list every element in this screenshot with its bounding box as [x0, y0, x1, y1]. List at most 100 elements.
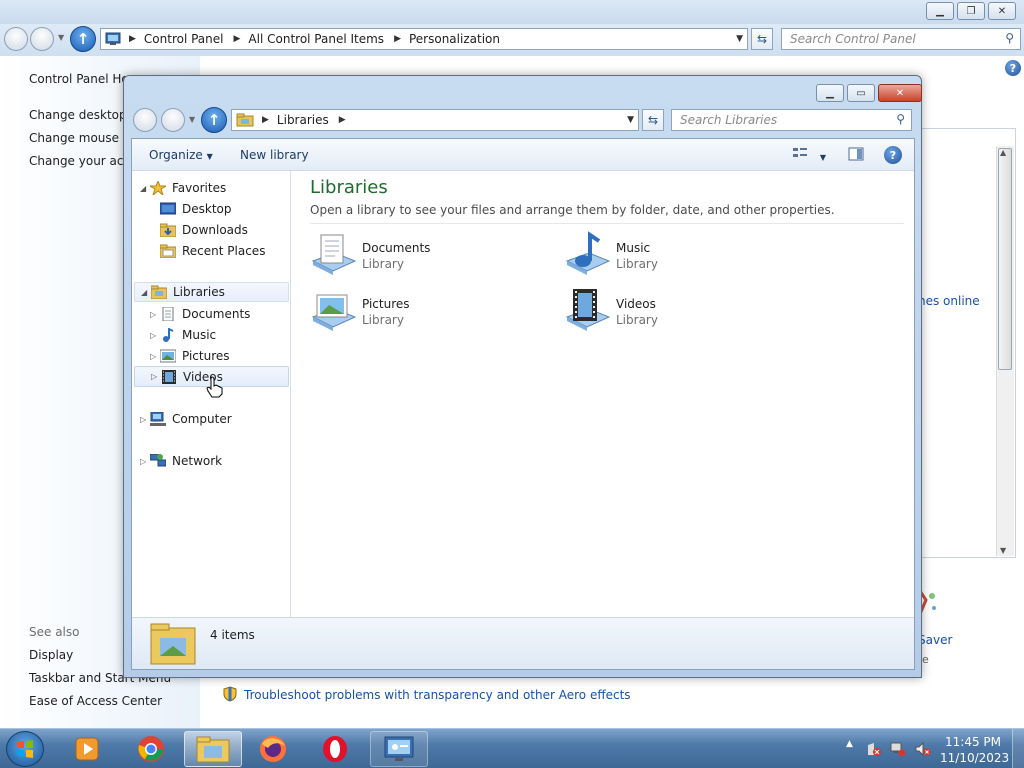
nav-desktop[interactable]: Desktop: [160, 202, 232, 216]
show-desktop-button[interactable]: [1012, 729, 1024, 768]
tree-collapsed-icon[interactable]: ▷: [150, 352, 160, 361]
cp-help-icon[interactable]: ?: [1005, 60, 1021, 76]
library-item-videos[interactable]: Videos Library: [563, 287, 793, 335]
scroll-down-icon[interactable]: ▼: [1000, 546, 1006, 555]
screen-saver-link[interactable]: Saver: [918, 633, 952, 647]
lib-up-button[interactable]: ↑: [201, 107, 227, 133]
breadcrumb-personalization[interactable]: Personalization: [409, 32, 500, 46]
nav-network[interactable]: ▷ Network: [140, 454, 222, 468]
chevron-down-icon: ▼: [206, 152, 213, 161]
library-item-music[interactable]: Music Library: [563, 231, 793, 279]
library-item-music-type: Library: [616, 257, 658, 271]
videos-library-icon: [565, 289, 611, 331]
system-clock[interactable]: 11:45 PM 11/10/2023: [940, 734, 1009, 766]
address-dropdown-icon[interactable]: ▼: [736, 34, 743, 44]
lib-close-button[interactable]: ✕: [878, 84, 922, 102]
address-dropdown-icon[interactable]: ▼: [627, 115, 634, 125]
item-count: 4 items: [210, 628, 255, 642]
taskbar-control-panel[interactable]: [370, 731, 428, 767]
organize-button[interactable]: Organize ▼: [149, 148, 213, 162]
troubleshoot-link[interactable]: Troubleshoot problems with transparency …: [244, 688, 631, 702]
explorer-folder-icon: [196, 736, 230, 763]
cp-close-button[interactable]: ✕: [988, 2, 1016, 20]
library-item-documents[interactable]: Documents Library: [309, 231, 539, 279]
scroll-up-icon[interactable]: ▲: [1000, 148, 1006, 157]
lib-address-bar[interactable]: ▶ Libraries ▶ ▼: [231, 109, 639, 131]
see-also-display[interactable]: Display: [29, 648, 73, 662]
library-item-documents-type: Library: [362, 257, 404, 271]
lib-back-button[interactable]: [133, 108, 157, 132]
cp-link-home[interactable]: Control Panel Hor: [29, 72, 134, 86]
nav-libraries[interactable]: ◢ Libraries: [134, 282, 289, 302]
tree-expanded-icon[interactable]: ◢: [140, 184, 150, 193]
lib-help-icon[interactable]: ?: [884, 146, 902, 164]
taskbar-firefox[interactable]: [246, 731, 300, 767]
nav-computer[interactable]: ▷ Computer: [140, 412, 232, 426]
tree-collapsed-icon[interactable]: ▷: [140, 415, 150, 424]
nav-libraries-label: Libraries: [173, 285, 225, 299]
cp-recent-pages-icon[interactable]: ▼: [58, 33, 64, 42]
nav-music[interactable]: ▷ Music: [150, 328, 216, 342]
cp-refresh-button[interactable]: ⇆: [751, 28, 773, 50]
tree-collapsed-icon[interactable]: ▷: [150, 331, 160, 340]
breadcrumb-libraries[interactable]: Libraries: [277, 113, 329, 127]
picture-icon: [160, 349, 176, 363]
tree-collapsed-icon[interactable]: ▷: [151, 372, 161, 381]
cp-link-account-picture[interactable]: Change your acco: [29, 154, 137, 168]
lib-maximize-button[interactable]: ▭: [847, 84, 875, 102]
nav-recent-places[interactable]: Recent Places: [160, 244, 265, 258]
nav-pictures[interactable]: ▷ Pictures: [150, 349, 230, 363]
start-button[interactable]: [6, 731, 44, 767]
cp-back-button[interactable]: [4, 27, 28, 51]
cp-address-bar[interactable]: ▶ Control Panel ▶ All Control Panel Item…: [100, 28, 748, 50]
cp-restore-button[interactable]: ❐: [957, 2, 985, 20]
taskbar-explorer[interactable]: [184, 731, 242, 767]
nav-downloads[interactable]: Downloads: [160, 223, 248, 237]
cp-link-mouse-pointers[interactable]: Change mouse po: [29, 131, 138, 145]
nav-documents[interactable]: ▷ Documents: [150, 307, 250, 321]
lib-forward-button[interactable]: [161, 108, 185, 132]
cp-minimize-button[interactable]: ▁: [926, 2, 954, 20]
taskbar-media-player[interactable]: [60, 731, 114, 767]
restore-icon: ❐: [966, 5, 976, 17]
lib-minimize-button[interactable]: ▁: [816, 84, 844, 102]
control-panel-titlebar: ▁ ❐ ✕: [0, 0, 1024, 24]
control-panel-caption-buttons: ▁ ❐ ✕: [926, 2, 1016, 20]
theme-list-scroll-thumb[interactable]: [998, 148, 1012, 370]
breadcrumb-control-panel[interactable]: Control Panel: [144, 32, 224, 46]
new-library-button[interactable]: New library: [240, 148, 309, 162]
nav-pictures-label: Pictures: [182, 349, 230, 363]
cp-link-desktop-icons[interactable]: Change desktop i: [29, 108, 134, 122]
taskbar-chrome[interactable]: [124, 731, 178, 767]
shield-icon: [223, 686, 237, 702]
close-icon: ✕: [895, 87, 905, 99]
cp-forward-button[interactable]: [30, 27, 54, 51]
action-center-icon[interactable]: [866, 741, 882, 757]
preview-pane-button[interactable]: [848, 147, 864, 164]
music-library-icon: [565, 231, 611, 275]
breadcrumb-all-items[interactable]: All Control Panel Items: [248, 32, 384, 46]
lib-recent-pages-icon[interactable]: ▼: [189, 115, 195, 124]
breadcrumb-separator-icon: ▶: [262, 115, 269, 125]
cp-up-button[interactable]: ↑: [70, 26, 96, 52]
taskbar-opera[interactable]: [308, 731, 362, 767]
nav-favorites[interactable]: ◢ Favorites: [140, 181, 226, 195]
show-hidden-icons-button[interactable]: ▲: [846, 739, 853, 749]
library-item-videos-type: Library: [616, 313, 658, 327]
change-view-button[interactable]: ▼: [792, 146, 826, 163]
tree-collapsed-icon[interactable]: ▷: [150, 310, 160, 319]
up-arrow-icon: ↑: [76, 30, 90, 48]
lib-refresh-button[interactable]: ⇆: [642, 109, 664, 131]
get-more-themes-link[interactable]: nes online: [918, 294, 980, 308]
cp-search-input[interactable]: Search Control Panel ⚲: [781, 28, 1021, 50]
volume-muted-icon[interactable]: [914, 741, 932, 757]
tree-collapsed-icon[interactable]: ▷: [140, 457, 150, 466]
library-item-pictures[interactable]: Pictures Library: [309, 287, 539, 335]
documents-library-icon: [311, 234, 357, 275]
network-tray-icon[interactable]: [890, 741, 906, 757]
lib-search-input[interactable]: Search Libraries ⚲: [671, 109, 912, 131]
music-note-icon: [163, 328, 174, 342]
tree-expanded-icon[interactable]: ◢: [141, 288, 151, 297]
preview-pane-icon: [848, 147, 864, 161]
see-also-ease-of-access[interactable]: Ease of Access Center: [29, 694, 162, 708]
